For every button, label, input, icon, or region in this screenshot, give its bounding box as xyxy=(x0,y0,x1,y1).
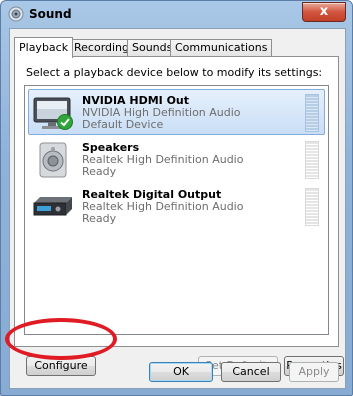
sound-dialog: Sound x Playback Recording Sounds Commun… xyxy=(0,0,353,396)
window-title: Sound xyxy=(29,7,72,21)
device-item-digital-output[interactable]: Realtek Digital Output Realtek High Defi… xyxy=(28,183,325,229)
device-status: Ready xyxy=(82,165,117,178)
close-button[interactable]: x xyxy=(302,2,346,22)
title-bar[interactable]: Sound x xyxy=(1,1,352,27)
device-item-speakers[interactable]: Speakers Realtek High Definition Audio R… xyxy=(28,136,325,182)
digital-output-icon xyxy=(33,197,72,216)
cancel-button[interactable]: Cancel xyxy=(221,362,281,382)
default-checkmark-icon xyxy=(57,114,73,130)
device-status: Ready xyxy=(82,212,117,225)
device-status: Default Device xyxy=(82,118,164,131)
instruction-text: Select a playback device below to modify… xyxy=(26,66,323,79)
speaker-icon xyxy=(39,142,67,178)
configure-button[interactable]: Configure xyxy=(26,356,96,376)
ok-button[interactable]: OK xyxy=(149,362,213,382)
dialog-client-area: Playback Recording Sounds Communications… xyxy=(9,28,346,389)
tab-recording[interactable]: Recording xyxy=(69,39,135,57)
tab-communications[interactable]: Communications xyxy=(170,39,273,57)
close-icon: x xyxy=(319,4,329,19)
device-item-nvidia-hdmi[interactable]: NVIDIA HDMI Out NVIDIA High Definition A… xyxy=(28,89,325,135)
volume-meter xyxy=(305,141,319,179)
tab-playback[interactable]: Playback xyxy=(14,37,74,58)
playback-tab-panel: Select a playback device below to modify… xyxy=(14,56,344,376)
device-list[interactable]: NVIDIA HDMI Out NVIDIA High Definition A… xyxy=(24,85,329,335)
apply-button[interactable]: Apply xyxy=(289,362,339,382)
volume-meter xyxy=(305,94,319,132)
volume-meter xyxy=(305,188,319,226)
sound-app-icon xyxy=(8,6,24,22)
